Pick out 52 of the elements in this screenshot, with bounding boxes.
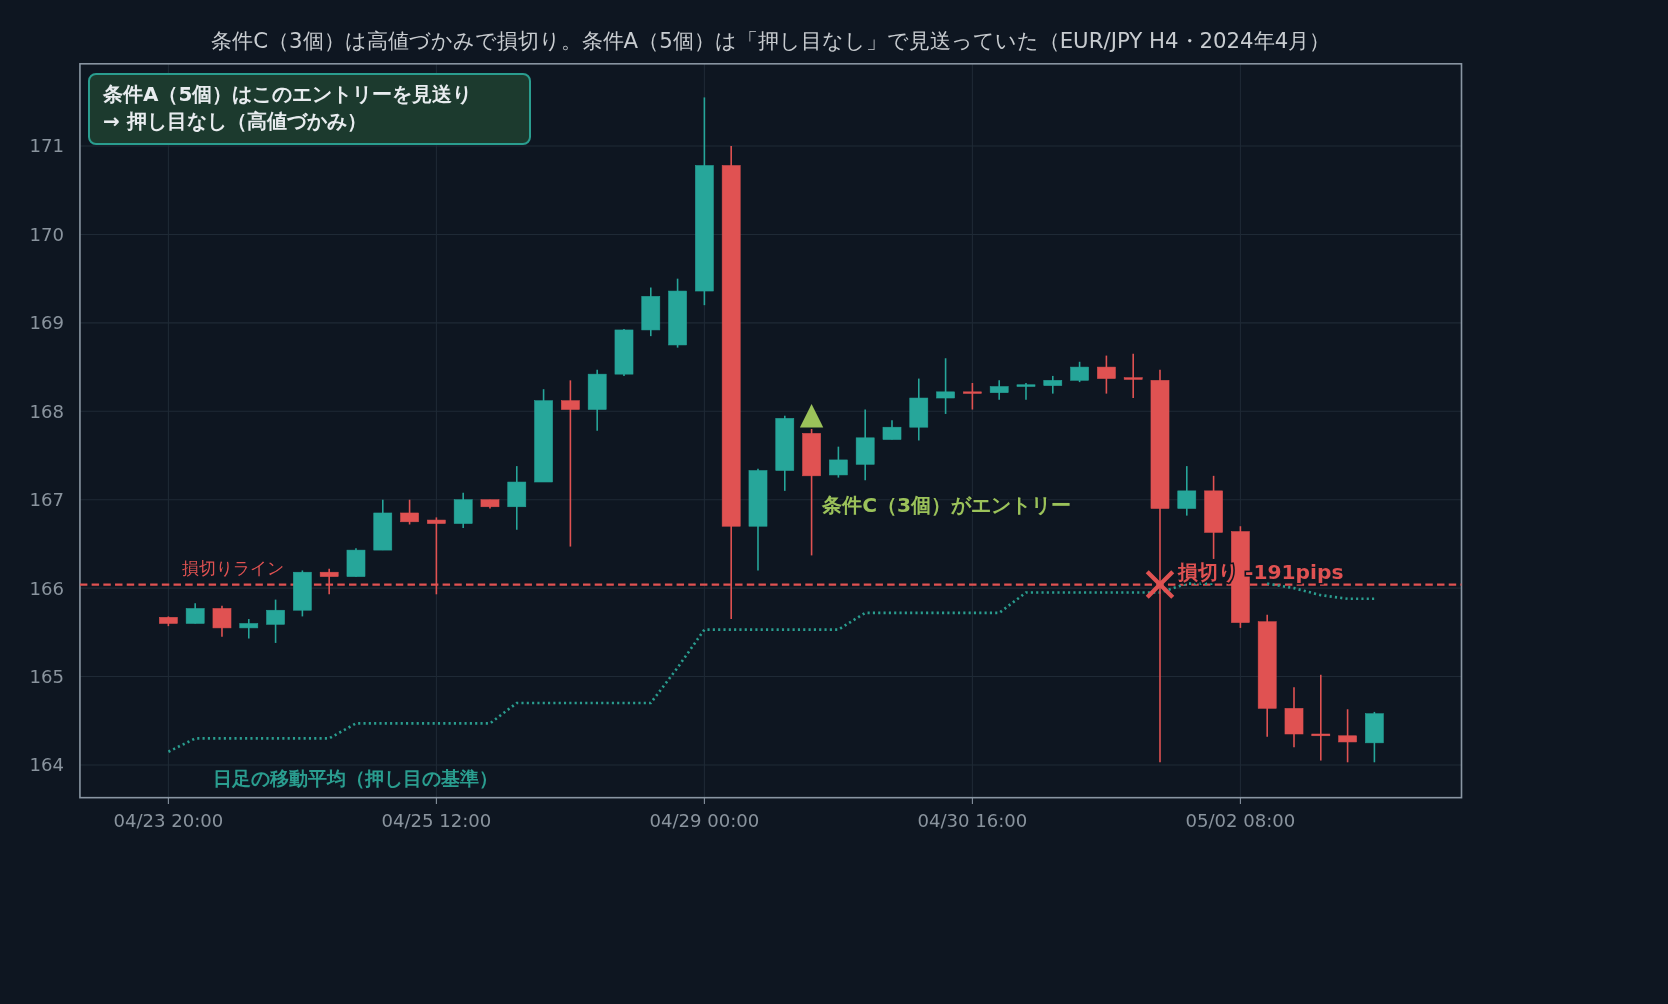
axis-tick-label: 166 bbox=[29, 577, 64, 599]
candlestick bbox=[1043, 375, 1063, 395]
axis-tick-label: 04/25 12:00 bbox=[381, 810, 492, 832]
candlestick bbox=[373, 498, 393, 551]
candlestick bbox=[1097, 354, 1116, 395]
candlestick bbox=[668, 277, 687, 349]
candlestick bbox=[829, 445, 848, 479]
candlestick bbox=[1123, 353, 1143, 399]
axis-tick-label: 170 bbox=[29, 223, 64, 245]
candlestick bbox=[319, 567, 339, 596]
candlestick bbox=[185, 602, 205, 625]
axis-tick-label: 164 bbox=[29, 754, 64, 776]
candlestick bbox=[614, 328, 634, 377]
chart-title: 条件C（3個）は高値づかみで損切り。条件A（5個）は「押し目なし」で見送っていた（EUR/JPY H4・2024年4月） bbox=[211, 27, 1331, 53]
axis-tick-label: 168 bbox=[29, 400, 64, 422]
candlestick bbox=[641, 286, 661, 337]
entry-label: 条件C（3個）がエントリー bbox=[822, 492, 1072, 517]
candlestick bbox=[239, 618, 259, 640]
axis-tick-label: 04/30 16:00 bbox=[917, 810, 1028, 832]
candlestick bbox=[453, 491, 473, 529]
axis-tick-label: 171 bbox=[29, 135, 64, 157]
moving-average-label: 日足の移動平均（押し目の基準） bbox=[213, 766, 499, 790]
candlestick bbox=[1177, 465, 1197, 517]
axis-tick-label: 165 bbox=[29, 665, 64, 687]
candlestick bbox=[936, 357, 955, 415]
axis-tick-label: 04/29 00:00 bbox=[649, 810, 760, 832]
candlestick bbox=[480, 498, 500, 510]
stop-loss-line-label: 損切りライン bbox=[181, 557, 284, 578]
candlestick bbox=[293, 569, 312, 618]
candlestick bbox=[1365, 711, 1384, 764]
candlestick bbox=[346, 547, 366, 578]
triangle-marker bbox=[799, 404, 824, 428]
candlestick bbox=[909, 377, 929, 442]
candlestick bbox=[587, 368, 607, 432]
candlestick bbox=[1016, 382, 1036, 401]
candlestick bbox=[1338, 708, 1357, 764]
axis-tick-label: 169 bbox=[29, 312, 64, 334]
axis-tick-label: 04/23 20:00 bbox=[113, 810, 224, 832]
candlestick bbox=[507, 465, 527, 531]
axis-tick-label: 05/02 08:00 bbox=[1185, 810, 1296, 832]
candlestick bbox=[963, 382, 982, 411]
cross-marker bbox=[1145, 569, 1175, 600]
candlestick bbox=[882, 419, 902, 441]
candlestick bbox=[1070, 360, 1089, 383]
candlestick bbox=[1284, 686, 1304, 749]
candlestick bbox=[400, 498, 419, 526]
candlestick bbox=[266, 598, 285, 644]
candlestick bbox=[212, 605, 232, 638]
candlestick bbox=[989, 379, 1009, 401]
candlestick bbox=[159, 615, 178, 627]
callout-box: 条件A（5個）はこのエントリーを見送り → 押し目なし（高値づかみ） bbox=[88, 73, 531, 145]
axis-tick-label: 167 bbox=[29, 489, 64, 511]
